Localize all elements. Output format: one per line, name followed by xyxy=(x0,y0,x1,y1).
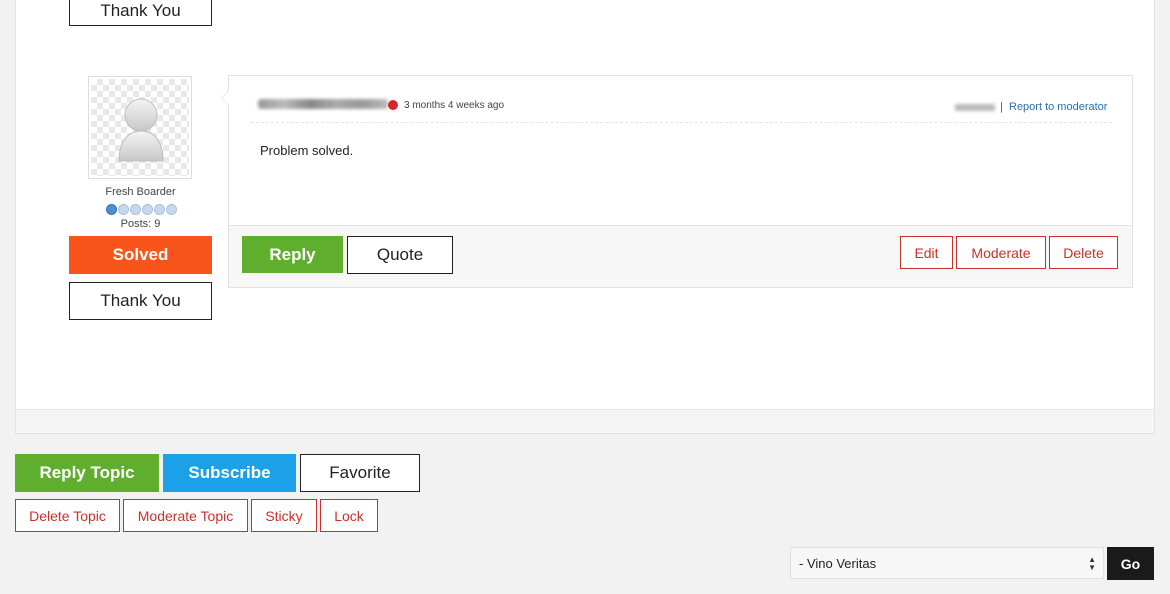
subscribe-button[interactable]: Subscribe xyxy=(163,454,296,492)
edit-button[interactable]: Edit xyxy=(900,236,953,269)
lock-button[interactable]: Lock xyxy=(320,499,378,532)
delete-topic-button[interactable]: Delete Topic xyxy=(15,499,120,532)
post-message: 3 months 4 weeks ago | Report to moderat… xyxy=(221,75,1133,288)
reply-button[interactable]: Reply xyxy=(242,236,343,273)
rank-dot xyxy=(130,204,141,215)
favorite-button[interactable]: Favorite xyxy=(300,454,420,492)
thank-you-button-previous[interactable]: Thank You xyxy=(69,0,212,26)
online-status-icon xyxy=(388,100,398,110)
thank-you-button[interactable]: Thank You xyxy=(69,282,212,320)
moderate-topic-button[interactable]: Moderate Topic xyxy=(123,499,248,532)
solved-badge: Solved xyxy=(69,236,212,274)
report-to-moderator-link[interactable]: Report to moderator xyxy=(1009,101,1107,113)
divider xyxy=(251,122,1112,123)
avatar[interactable] xyxy=(88,76,192,179)
user-post-count: Posts: 9 xyxy=(120,218,161,230)
separator: | xyxy=(1000,101,1003,113)
rank-dot xyxy=(166,204,177,215)
topic-panel: Thank You Fresh Boarder Posts: 9 Solved xyxy=(15,0,1155,434)
user-placeholder-icon xyxy=(118,98,164,162)
rank-dot xyxy=(106,204,117,215)
reply-topic-button[interactable]: Reply Topic xyxy=(15,454,159,492)
rank-dot xyxy=(154,204,165,215)
ip-redacted xyxy=(955,104,995,111)
rank-dot xyxy=(142,204,153,215)
forum-jump-selected: - Vino Veritas xyxy=(799,555,877,571)
panel-footer xyxy=(16,409,1154,433)
quote-button[interactable]: Quote xyxy=(347,236,453,274)
post-actions-bar: Reply Quote Edit Moderate Delete xyxy=(229,225,1132,287)
post-time: 3 months 4 weeks ago xyxy=(404,100,505,111)
username-redacted[interactable] xyxy=(258,99,388,109)
go-button[interactable]: Go xyxy=(1107,547,1154,580)
delete-button[interactable]: Delete xyxy=(1049,236,1118,269)
post-body: Problem solved. xyxy=(260,143,354,158)
moderate-button[interactable]: Moderate xyxy=(956,236,1046,269)
sticky-button[interactable]: Sticky xyxy=(251,499,317,532)
user-rank: Fresh Boarder xyxy=(105,186,176,198)
select-arrows-icon: ▲ ▼ xyxy=(1088,555,1096,572)
rank-dot xyxy=(118,204,129,215)
forum-jump-select[interactable]: - Vino Veritas ▲ ▼ xyxy=(790,547,1104,579)
rank-indicator xyxy=(106,204,177,215)
